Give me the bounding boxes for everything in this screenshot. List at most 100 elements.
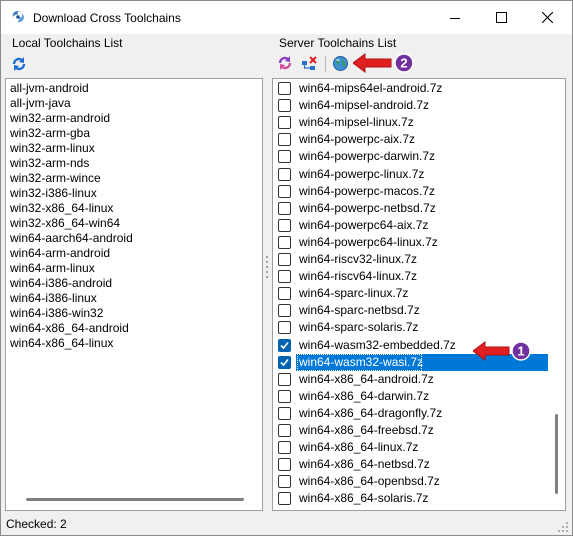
list-item[interactable]: all-jvm-android [6, 81, 262, 96]
toolchain-row[interactable]: win64-x86_64-dragonfly.7z [274, 405, 550, 422]
toolchain-label: win64-x86_64-freebsd.7z [299, 423, 434, 437]
list-item[interactable]: win32-arm-wince [6, 171, 262, 186]
callout-1-badge: 1 [517, 344, 524, 359]
toolchain-label: win64-riscv64-linux.7z [299, 269, 418, 284]
status-checked-count: Checked: 2 [6, 517, 67, 531]
toolchain-checkbox[interactable] [278, 458, 291, 472]
toolchain-checkbox[interactable] [278, 201, 291, 215]
local-toolchains-list[interactable]: all-jvm-android all-jvm-java win32-arm-and… [5, 78, 263, 511]
checkmark-icon [280, 358, 289, 366]
horizontal-scrollbar[interactable] [26, 498, 244, 501]
list-item[interactable]: win32-arm-nds [6, 156, 262, 171]
toolchain-row[interactable]: win64-sparc-linux.7z [274, 285, 550, 302]
toolchain-row[interactable]: win64-x86_64-openbsd.7z [274, 473, 550, 490]
toolchain-checkbox[interactable] [278, 389, 291, 403]
list-item[interactable]: win64-i386-win32 [6, 306, 262, 321]
toolchain-row[interactable]: win64-riscv64-linux.7z [274, 268, 550, 285]
toolchain-label: win64-x86_64-android.7z [299, 371, 434, 386]
toolchain-row[interactable]: win64-mipsel-linux.7z [274, 114, 550, 131]
list-item[interactable]: win32-arm-android [6, 111, 262, 126]
toolchain-row[interactable]: win64-x86_64-android.7z [274, 371, 550, 388]
toolchain-row[interactable]: win64-x86_64-linux.7z [274, 439, 550, 456]
toolchain-checkbox[interactable] [278, 441, 291, 455]
toolchain-row[interactable]: win64-powerpc-darwin.7z [274, 148, 550, 165]
download-button[interactable] [332, 55, 350, 73]
toolchain-checkbox[interactable] [278, 99, 291, 113]
refresh-local-button[interactable] [11, 56, 29, 74]
toolchain-checkbox[interactable] [278, 167, 291, 181]
toolchain-row[interactable]: win64-powerpc64-aix.7z [274, 217, 550, 234]
vertical-scrollbar[interactable] [555, 414, 558, 494]
reload-server-button[interactable] [277, 55, 295, 73]
list-item[interactable]: win64-x86_64-linux [6, 336, 262, 351]
toolchain-row[interactable]: win64-mips64el-android.7z [274, 80, 550, 97]
toolchain-label: win64-x86_64-netbsd.7z [299, 457, 430, 472]
toolchain-checkbox[interactable] [278, 424, 291, 437]
toolchain-row[interactable]: win64-riscv32-linux.7z [274, 251, 550, 268]
reload-server-icon [278, 56, 292, 70]
toolchain-checkbox[interactable] [278, 406, 291, 420]
list-item[interactable]: win32-x86_64-win64 [6, 216, 262, 231]
toolchain-row[interactable]: win64-x86_64-solaris.7z [274, 490, 550, 507]
list-item[interactable]: win32-arm-linux [6, 141, 262, 156]
toolchain-label: win64-powerpc64-linux.7z [299, 234, 438, 249]
toolchain-checkbox[interactable] [278, 304, 291, 318]
toolchain-checkbox[interactable] [278, 133, 291, 147]
list-item[interactable]: win64-i386-android [6, 276, 262, 291]
toolchain-checkbox[interactable] [278, 355, 291, 369]
toolchain-label: win64-powerpc-macos.7z [299, 183, 436, 198]
maximize-icon [495, 12, 507, 23]
toolchain-row[interactable]: win64-x86_64-freebsd.7z [274, 422, 550, 439]
toolchain-checkbox[interactable] [278, 150, 291, 164]
toolchain-checkbox[interactable] [278, 475, 291, 489]
callout-2-arrow: 2 [353, 53, 414, 73]
toolchain-label: win64-mipsel-android.7z [299, 98, 430, 113]
list-item[interactable]: win32-arm-gba [6, 126, 262, 141]
size-grip-icon[interactable] [557, 521, 569, 533]
toolchain-checkbox[interactable] [278, 372, 291, 386]
tree-select-icon [302, 56, 317, 70]
toolchain-checkbox[interactable] [278, 235, 291, 249]
toolchain-checkbox[interactable] [278, 287, 291, 301]
server-toolchains-list[interactable]: win64-mips64el-android.7z win64-mipsel-an… [272, 78, 566, 511]
toolchain-checkbox[interactable] [278, 82, 291, 95]
list-item[interactable]: win64-aarch64-android [6, 231, 262, 246]
toolchain-checkbox[interactable] [278, 321, 291, 335]
toolchain-row[interactable]: win64-mipsel-android.7z [274, 97, 550, 114]
toolchain-checkbox[interactable] [278, 184, 291, 198]
minimize-button[interactable] [432, 1, 478, 34]
close-button[interactable] [524, 1, 570, 34]
list-item[interactable]: win64-x86_64-android [6, 321, 262, 336]
callout-1-arrow: 1 [473, 341, 531, 361]
toolchain-checkbox[interactable] [278, 218, 291, 232]
list-item[interactable]: all-jvm-java [6, 96, 262, 111]
toolchain-row[interactable]: win64-powerpc-netbsd.7z [274, 200, 550, 217]
toolchain-label: win64-sparc-solaris.7z [299, 320, 419, 335]
toolchain-label: win64-x86_64-solaris.7z [299, 491, 429, 506]
toolchain-checkbox[interactable] [278, 338, 291, 352]
toolchain-label: win64-sparc-linux.7z [299, 286, 409, 301]
list-item[interactable]: win64-i386-linux [6, 291, 262, 306]
checkmark-icon [280, 341, 289, 349]
toolchain-row[interactable]: win64-powerpc-macos.7z [274, 183, 550, 200]
toolchain-row[interactable]: win64-powerpc-aix.7z [274, 131, 550, 148]
toolchain-row[interactable]: win64-powerpc-linux.7z [274, 166, 550, 183]
list-item[interactable]: win32-i386-linux [6, 186, 262, 201]
toolchain-checkbox[interactable] [278, 116, 291, 130]
title-bar: Download Cross Toolchains [1, 1, 572, 34]
toolchain-row[interactable]: win64-x86_64-darwin.7z [274, 388, 550, 405]
toolchain-label: win64-sparc-netbsd.7z [299, 303, 420, 318]
list-item[interactable]: win64-arm-linux [6, 261, 262, 276]
select-tree-button[interactable] [301, 55, 319, 73]
toolchain-row[interactable]: win64-sparc-solaris.7z [274, 319, 550, 336]
list-item[interactable]: win32-x86_64-linux [6, 201, 262, 216]
toolchain-checkbox[interactable] [278, 492, 291, 506]
toolchain-checkbox[interactable] [278, 270, 291, 284]
pane-splitter[interactable] [266, 256, 269, 280]
toolchain-checkbox[interactable] [278, 253, 291, 266]
toolchain-row[interactable]: win64-sparc-netbsd.7z [274, 302, 550, 319]
list-item[interactable]: win64-arm-android [6, 246, 262, 261]
maximize-button[interactable] [478, 1, 524, 34]
toolchain-row[interactable]: win64-x86_64-netbsd.7z [274, 456, 550, 473]
toolchain-row[interactable]: win64-powerpc64-linux.7z [274, 234, 550, 251]
